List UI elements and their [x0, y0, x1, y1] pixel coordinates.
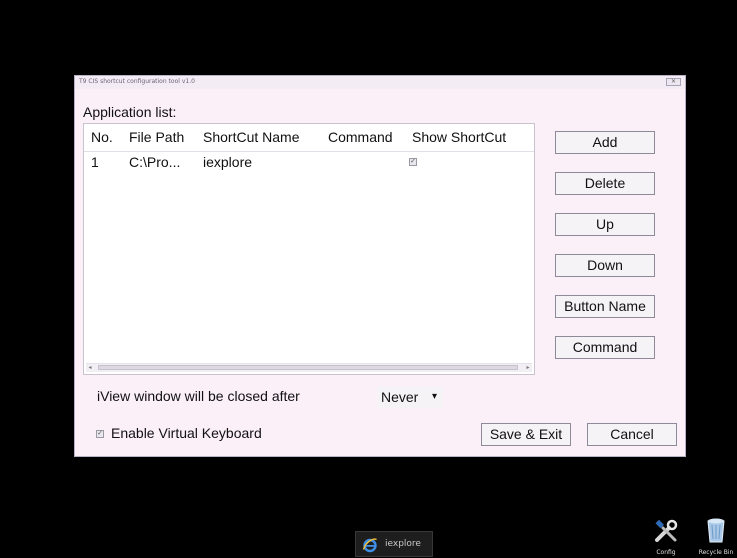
ie-icon — [362, 538, 377, 553]
desktop-icon-recycle-label: Recycle Bin — [698, 549, 734, 556]
column-header-command[interactable]: Command — [328, 129, 393, 145]
horizontal-scrollbar[interactable]: ◂ ▸ — [86, 363, 532, 372]
application-list-label: Application list: — [83, 104, 177, 120]
title-bar[interactable]: T9 CIS shortcut configuration tool v1.0 … — [75, 76, 685, 89]
save-exit-button[interactable]: Save & Exit — [481, 423, 571, 446]
button-name-button[interactable]: Button Name — [555, 295, 655, 318]
window-title: T9 CIS shortcut configuration tool v1.0 — [79, 78, 195, 85]
close-button[interactable]: ✕ — [666, 78, 681, 86]
table-row[interactable]: 1 C:\Pro... iexplore ✓ — [84, 152, 534, 172]
application-list[interactable]: No. File Path ShortCut Name Command Show… — [83, 123, 535, 375]
close-after-select[interactable]: Never ▾ — [377, 386, 443, 408]
tools-icon — [655, 519, 678, 542]
command-button[interactable]: Command — [555, 336, 655, 359]
column-header-show-shortcut[interactable]: Show ShortCut — [412, 129, 506, 145]
cancel-button[interactable]: Cancel — [587, 423, 677, 446]
list-header: No. File Path ShortCut Name Command Show… — [84, 124, 534, 152]
chevron-down-icon: ▾ — [431, 391, 437, 402]
scrollbar-thumb[interactable] — [98, 365, 518, 370]
virtual-keyboard-label: Enable Virtual Keyboard — [111, 425, 262, 441]
column-header-shortcut-name[interactable]: ShortCut Name — [203, 129, 299, 145]
taskbar-item-label: iexplore — [385, 539, 421, 549]
column-header-no[interactable]: No. — [91, 129, 113, 145]
up-button[interactable]: Up — [555, 213, 655, 236]
desktop-icon-config-label: Config — [656, 549, 676, 556]
desktop: T9 CIS shortcut configuration tool v1.0 … — [0, 0, 737, 558]
row-shortcut-name: iexplore — [203, 154, 253, 170]
add-button[interactable]: Add — [555, 131, 655, 154]
recycle-bin-icon — [707, 518, 725, 543]
delete-button[interactable]: Delete — [555, 172, 655, 195]
down-button[interactable]: Down — [555, 254, 655, 277]
desktop-icon-recycle-bin[interactable]: Recycle Bin — [696, 516, 736, 556]
virtual-keyboard-checkbox[interactable]: ✓ — [96, 430, 104, 438]
row-file-path: C:\Pro... — [129, 154, 181, 170]
column-header-file-path[interactable]: File Path — [129, 129, 184, 145]
scroll-left-icon[interactable]: ◂ — [86, 364, 94, 372]
close-after-label: iView window will be closed after — [97, 388, 300, 404]
show-shortcut-checkbox[interactable]: ✓ — [409, 158, 417, 166]
desktop-icon-config[interactable]: Config — [648, 518, 684, 556]
scroll-right-icon[interactable]: ▸ — [524, 364, 532, 372]
shortcut-config-dialog: T9 CIS shortcut configuration tool v1.0 … — [74, 75, 686, 457]
close-after-value: Never — [381, 389, 419, 405]
row-no: 1 — [91, 154, 99, 170]
taskbar-item-iexplore[interactable]: iexplore — [355, 531, 433, 557]
